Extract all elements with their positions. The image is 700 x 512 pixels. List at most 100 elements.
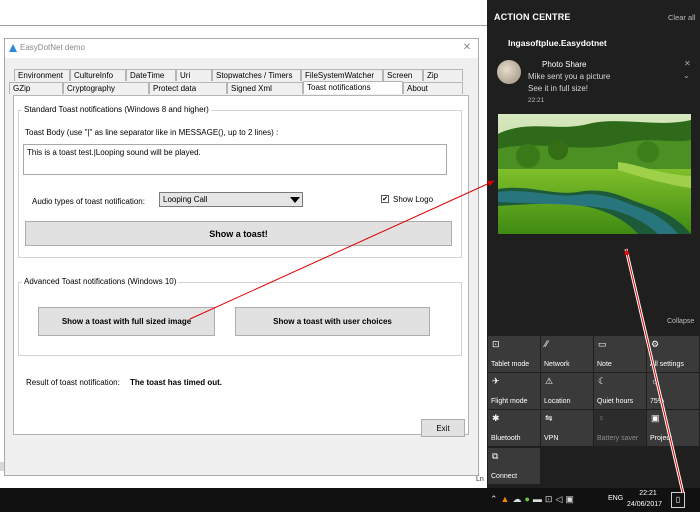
tile-label: Connect	[491, 473, 518, 480]
system-tray-icons[interactable]: ⌃▲☁●▬⊡◁▣	[490, 494, 577, 505]
tablet-mode-icon: ⊡	[492, 339, 500, 349]
tile-label: Note	[597, 361, 612, 368]
tab-stopwatches-timers[interactable]: Stopwatches / Timers	[212, 69, 301, 81]
tab-datetime[interactable]: DateTime	[126, 69, 176, 81]
notification-line-2: See it in full size!	[528, 84, 589, 93]
tile-label: Quiet hours	[597, 398, 634, 405]
volume-icon[interactable]: ◁	[555, 494, 565, 504]
background-window-edge	[0, 0, 487, 26]
app-tray-icon[interactable]: ●	[524, 494, 532, 504]
landscape-picture	[498, 114, 691, 234]
tab-cryptography[interactable]: Cryptography	[63, 82, 149, 94]
action-centre-button[interactable]: ▯	[671, 492, 685, 508]
tile-label: Battery saver	[597, 435, 639, 442]
clock-date[interactable]: 24/06/2017	[627, 501, 662, 508]
network-icon: ⁄⁄	[545, 339, 549, 349]
tile-label: Location	[544, 398, 571, 405]
battery-saver-icon: ♀	[598, 413, 605, 423]
result-value: The toast has timed out.	[130, 378, 223, 387]
network-tray-icon[interactable]: ⊡	[545, 494, 556, 504]
action-centre-panel: ACTION CENTRE Clear all Ingasoftplue.Eas…	[487, 0, 700, 488]
easydotnet-window: EasyDotNet demo ✕ Environment CultureInf…	[4, 38, 479, 476]
tile-note[interactable]: ▭ Note	[594, 336, 646, 372]
tab-cultureinfo[interactable]: CultureInfo	[70, 69, 126, 81]
language-indicator[interactable]: ENG	[608, 495, 623, 502]
tile-project[interactable]: ▣ Project	[647, 410, 699, 446]
close-button[interactable]: ✕	[460, 41, 474, 55]
clear-all-link[interactable]: Clear all	[668, 13, 696, 22]
tile-battery-saver[interactable]: ♀ Battery saver	[594, 410, 646, 446]
tile-flight-mode[interactable]: ✈ Flight mode	[488, 373, 540, 409]
full-image-toast-button[interactable]: Show a toast with full sized image	[38, 307, 215, 336]
tab-uri[interactable]: Uri	[176, 69, 212, 81]
tab-gzip[interactable]: GZip	[9, 82, 63, 94]
close-icon: ✕	[462, 42, 472, 53]
clock-time[interactable]: 22:21	[636, 490, 660, 497]
project-icon: ▣	[651, 413, 660, 423]
tab-filesystemwatcher[interactable]: FileSystemWatcher	[301, 69, 383, 81]
title-bar[interactable]: EasyDotNet demo ✕	[5, 39, 478, 58]
show-toast-button[interactable]: Show a toast!	[25, 221, 452, 246]
tile-location[interactable]: ⚠ Location	[541, 373, 593, 409]
tab-zip[interactable]: Zip	[423, 69, 463, 81]
tab-screen[interactable]: Screen	[383, 69, 423, 81]
user-choices-toast-button[interactable]: Show a toast with user choices	[235, 307, 430, 336]
moon-icon: ☾	[598, 376, 607, 386]
app-icon	[9, 44, 17, 52]
standard-toast-group: Standard Toast notifications (Windows 8 …	[18, 105, 462, 258]
window-title: EasyDotNet demo	[20, 43, 85, 52]
show-logo-checkbox[interactable]: ✔	[381, 195, 389, 203]
tile-connect[interactable]: ⧉ Connect	[488, 448, 540, 484]
location-icon: ⚠	[545, 376, 554, 386]
dismiss-icon[interactable]: ✕	[684, 59, 691, 68]
note-icon: ▭	[598, 339, 607, 349]
tile-all-settings[interactable]: ⚙ All settings	[647, 336, 699, 372]
tile-label: VPN	[544, 435, 559, 442]
collapse-link[interactable]: Collapse	[667, 318, 694, 325]
chevron-up-icon[interactable]: ⌃	[490, 494, 501, 504]
bluetooth-icon: ✱	[492, 413, 500, 423]
action-centre-title: ACTION CENTRE	[494, 12, 571, 22]
audio-type-label: Audio types of toast notification:	[32, 197, 145, 206]
exit-button[interactable]: Exit	[421, 419, 465, 437]
standard-toast-group-title: Standard Toast notifications (Windows 8 …	[22, 105, 211, 114]
cloud-icon[interactable]: ☁	[512, 494, 524, 504]
audio-type-select[interactable]: Looping Call	[159, 192, 303, 207]
avatar	[497, 60, 521, 84]
tab-protect-data[interactable]: Protect data	[149, 82, 227, 94]
notification-icon: ▯	[675, 495, 681, 504]
notification-app-name: Ingasoftplue.Easydotnet	[508, 38, 607, 48]
tile-quiet-hours[interactable]: ☾ Quiet hours	[594, 373, 646, 409]
tab-about[interactable]: About	[403, 82, 463, 94]
background-status-fragment: Ln	[476, 476, 484, 483]
tile-brightness[interactable]: ☼ 75%	[647, 373, 699, 409]
tile-network[interactable]: ⁄⁄ Network	[541, 336, 593, 372]
tile-label: Tablet mode	[491, 361, 530, 368]
tile-tablet-mode[interactable]: ⊡ Tablet mode	[488, 336, 540, 372]
notification-line-1: Mike sent you a picture	[528, 72, 611, 81]
tab-environment[interactable]: Environment	[14, 69, 70, 81]
tile-label: 75%	[650, 398, 665, 405]
tile-label: Bluetooth	[491, 435, 521, 442]
tab-toast-notifications[interactable]: Toast notifications	[303, 81, 403, 94]
notification-landscape-image[interactable]	[498, 114, 691, 234]
toast-body-input[interactable]: This is a toast test.|Looping sound will…	[23, 144, 447, 175]
vlc-icon[interactable]: ▲	[501, 494, 513, 504]
result-label: Result of toast notification:	[26, 378, 120, 387]
toast-notifications-panel: Standard Toast notifications (Windows 8 …	[13, 95, 469, 435]
gear-icon: ⚙	[651, 339, 660, 349]
monitor-icon[interactable]: ▣	[565, 494, 577, 504]
airplane-icon: ✈	[492, 376, 500, 386]
notification-time: 22:21	[528, 97, 545, 104]
advanced-toast-group: Advanced Toast notifications (Windows 10…	[18, 277, 462, 356]
tile-label: Project	[650, 435, 672, 442]
tab-signed-xml[interactable]: Signed Xml	[227, 82, 303, 94]
chevron-down-icon[interactable]: ⌄	[683, 71, 690, 80]
advanced-toast-group-title: Advanced Toast notifications (Windows 10…	[22, 277, 179, 286]
keyboard-icon[interactable]: ▬	[533, 494, 545, 504]
tile-bluetooth[interactable]: ✱ Bluetooth	[488, 410, 540, 446]
vpn-icon: ⇋	[545, 413, 553, 423]
chevron-down-icon	[290, 197, 300, 203]
show-logo-label: Show Logo	[393, 195, 434, 204]
tile-vpn[interactable]: ⇋ VPN	[541, 410, 593, 446]
